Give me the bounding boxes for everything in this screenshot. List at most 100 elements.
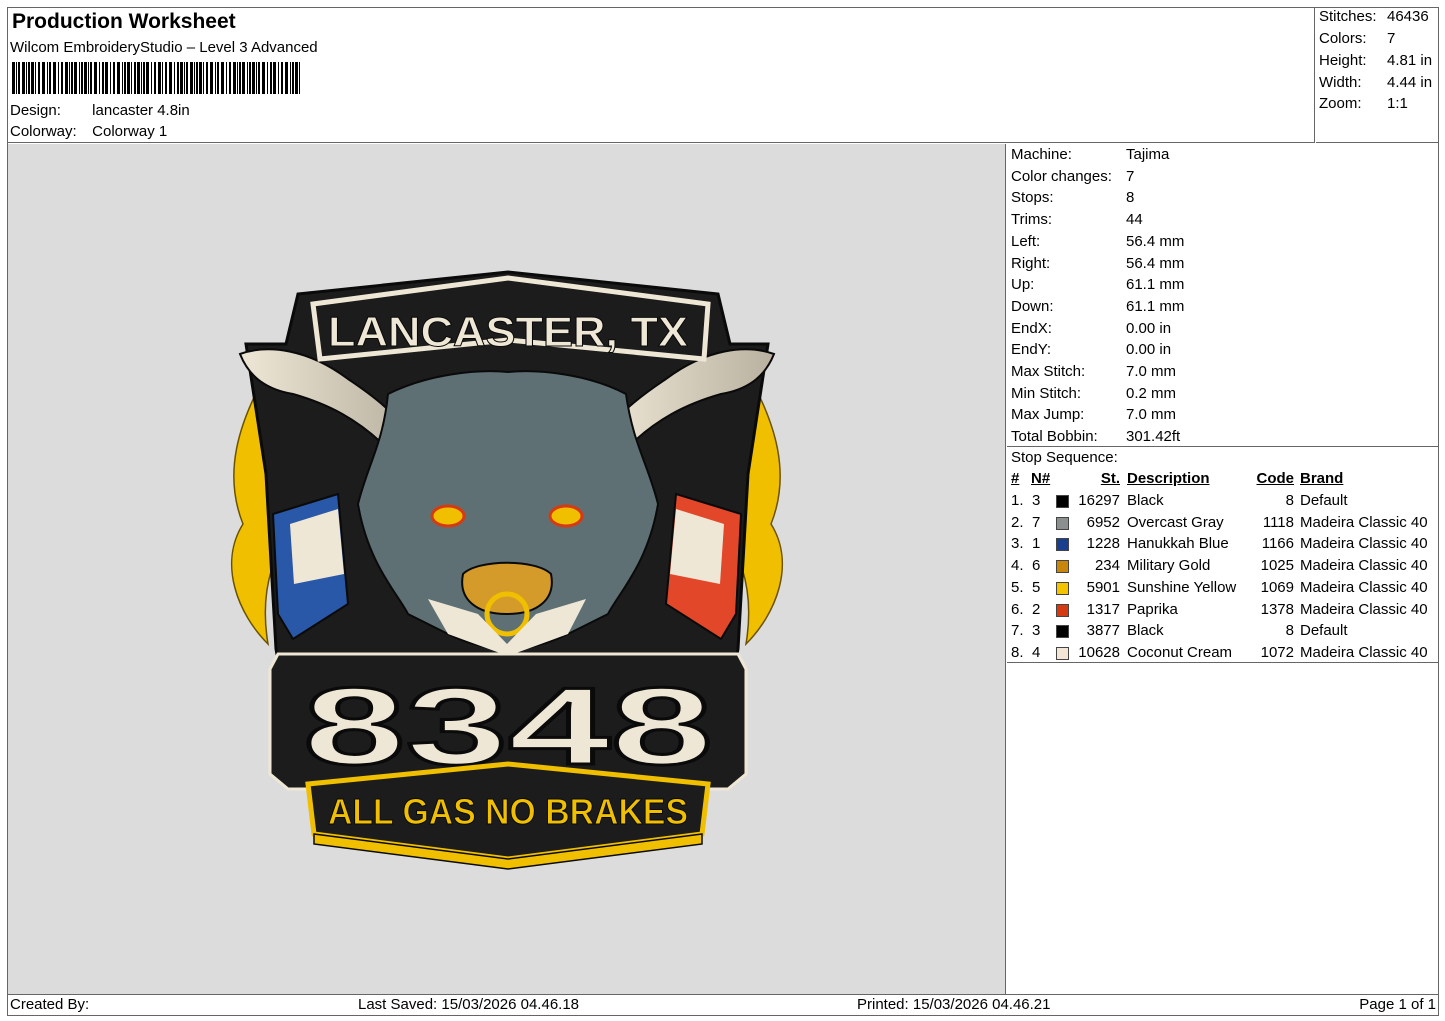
col-code: Code bbox=[1256, 470, 1295, 487]
machine-info-row: Trims: 44 bbox=[1011, 211, 1143, 228]
row-code: 1166 bbox=[1261, 535, 1294, 553]
color-swatch bbox=[1056, 538, 1069, 552]
color-swatch bbox=[1056, 603, 1069, 617]
page-number: Page 1 of 1 bbox=[1359, 996, 1436, 1013]
row-stitches: 3877 bbox=[1086, 622, 1120, 640]
col-brand: Brand bbox=[1300, 470, 1344, 487]
colorway-value: Colorway 1 bbox=[92, 123, 168, 140]
row-index: 4. bbox=[1011, 557, 1024, 575]
row-index: 2. bbox=[1011, 513, 1024, 531]
bull-eye-right bbox=[548, 504, 584, 528]
machine-info-value: 44 bbox=[1126, 211, 1143, 229]
row-stitches: 5901 bbox=[1086, 578, 1120, 596]
last-saved: Last Saved: 15/03/2026 04.46.18 bbox=[358, 996, 580, 1013]
row-code: 1072 bbox=[1260, 643, 1294, 661]
machine-info-label: Left: bbox=[1011, 232, 1041, 250]
design-value: lancaster 4.8in bbox=[92, 102, 190, 119]
created-by: Created By: bbox=[10, 996, 90, 1013]
machine-info-row: Down: 61.1 mm bbox=[1011, 298, 1184, 315]
bull-eye-left bbox=[430, 504, 466, 528]
row-stitches: 10628 bbox=[1078, 643, 1120, 661]
machine-info-value: 0.00 in bbox=[1126, 319, 1172, 337]
col-num: N# bbox=[1031, 470, 1051, 487]
row-description: Overcast Gray bbox=[1127, 513, 1224, 531]
row-description: Hanukkah Blue bbox=[1127, 535, 1229, 553]
row-code: 8 bbox=[1285, 622, 1294, 640]
row-brand: Madeira Classic 40 bbox=[1300, 513, 1428, 531]
patch-bottom-text: ALL GAS NO BRAKES bbox=[328, 791, 688, 832]
color-swatch bbox=[1056, 560, 1069, 574]
worksheet-title: Production Worksheet bbox=[12, 10, 236, 33]
row-needle: 5 bbox=[1032, 578, 1041, 596]
machine-info-value: 301.42ft bbox=[1126, 428, 1181, 446]
machine-info-row: Right: 56.4 mm bbox=[1011, 255, 1184, 272]
embroidery-patch-image: LANCASTER, TX 8348 ALL GAS NO BRAKES bbox=[230, 270, 784, 870]
row-brand: Madeira Classic 40 bbox=[1300, 535, 1428, 553]
divider bbox=[1007, 662, 1439, 663]
col-description: Description bbox=[1127, 470, 1210, 487]
machine-info-value: 0.00 in bbox=[1126, 341, 1172, 359]
row-description: Sunshine Yellow bbox=[1127, 578, 1237, 596]
machine-info-row: Machine: Tajima bbox=[1011, 146, 1169, 163]
machine-info-value: 7.0 mm bbox=[1126, 363, 1177, 380]
machine-info-label: Down: bbox=[1011, 297, 1054, 315]
color-swatch bbox=[1056, 516, 1069, 530]
row-needle: 3 bbox=[1032, 622, 1041, 640]
machine-info-row: EndY: 0.00 in bbox=[1011, 341, 1171, 358]
row-index: 8. bbox=[1011, 643, 1024, 661]
stat-zoom: Zoom: 1:1 bbox=[1319, 95, 1408, 112]
machine-info-value: 56.4 mm bbox=[1126, 254, 1185, 272]
printed-date: Printed: 15/03/2026 04.46.21 bbox=[857, 996, 1051, 1013]
row-needle: 1 bbox=[1032, 535, 1041, 553]
row-code: 1378 bbox=[1260, 600, 1294, 618]
color-swatch bbox=[1056, 581, 1069, 595]
row-brand: Madeira Classic 40 bbox=[1300, 643, 1428, 661]
machine-info-label: Stops: bbox=[1011, 189, 1054, 207]
col-st: St. bbox=[1100, 470, 1120, 487]
col-hash: # bbox=[1011, 470, 1020, 487]
machine-info-value: 56.4 mm bbox=[1126, 232, 1185, 250]
row-index: 1. bbox=[1011, 492, 1024, 509]
row-needle: 4 bbox=[1032, 643, 1041, 661]
row-stitches: 1317 bbox=[1086, 600, 1120, 618]
row-description: Black bbox=[1127, 492, 1164, 509]
machine-info-label: Up: bbox=[1011, 276, 1035, 294]
row-needle: 3 bbox=[1032, 492, 1041, 509]
design-preview-canvas: LANCASTER, TX 8348 ALL GAS NO BRAKES bbox=[8, 144, 1006, 994]
machine-info-label: EndY: bbox=[1011, 341, 1052, 359]
row-code: 1118 bbox=[1262, 513, 1294, 531]
machine-info-label: Min Stitch: bbox=[1011, 384, 1082, 402]
machine-info-row: EndX: 0.00 in bbox=[1011, 320, 1171, 337]
machine-info-label: Trims: bbox=[1011, 211, 1053, 229]
machine-info-label: Max Jump: bbox=[1011, 406, 1085, 424]
machine-info-label: Total Bobbin: bbox=[1011, 428, 1098, 446]
row-index: 6. bbox=[1011, 600, 1024, 618]
barcode bbox=[12, 62, 300, 94]
row-brand: Madeira Classic 40 bbox=[1300, 600, 1428, 618]
row-index: 3. bbox=[1011, 535, 1024, 553]
row-brand: Default bbox=[1300, 492, 1348, 509]
row-description: Black bbox=[1127, 622, 1164, 640]
machine-info-value: Tajima bbox=[1126, 146, 1170, 163]
design-label: Design: bbox=[10, 102, 61, 119]
machine-info-row: Stops: 8 bbox=[1011, 189, 1134, 206]
color-swatch bbox=[1056, 495, 1069, 508]
machine-info-row: Max Jump: 7.0 mm bbox=[1011, 406, 1176, 423]
patch-top-text: LANCASTER, TX bbox=[328, 308, 688, 355]
machine-info-value: 0.2 mm bbox=[1126, 384, 1177, 402]
machine-info-label: Machine: bbox=[1011, 146, 1072, 163]
machine-info-label: Max Stitch: bbox=[1011, 363, 1086, 380]
row-code: 8 bbox=[1285, 492, 1294, 509]
stop-sequence-title: Stop Sequence: bbox=[1011, 449, 1118, 466]
stat-width: Width: 4.44 in bbox=[1319, 74, 1433, 91]
row-brand: Default bbox=[1300, 622, 1348, 640]
machine-info-value: 61.1 mm bbox=[1126, 297, 1185, 315]
worksheet-header: Production Worksheet Wilcom EmbroiderySt… bbox=[7, 7, 1315, 143]
row-code: 1025 bbox=[1260, 557, 1294, 575]
worksheet-footer: Created By: Last Saved: 15/03/2026 04.46… bbox=[7, 994, 1439, 1016]
row-brand: Madeira Classic 40 bbox=[1300, 578, 1428, 596]
row-index: 7. bbox=[1011, 622, 1024, 640]
machine-info-value: 7.0 mm bbox=[1126, 406, 1177, 424]
machine-info-label: Right: bbox=[1011, 254, 1051, 272]
machine-info-row: Up: 61.1 mm bbox=[1011, 276, 1184, 293]
